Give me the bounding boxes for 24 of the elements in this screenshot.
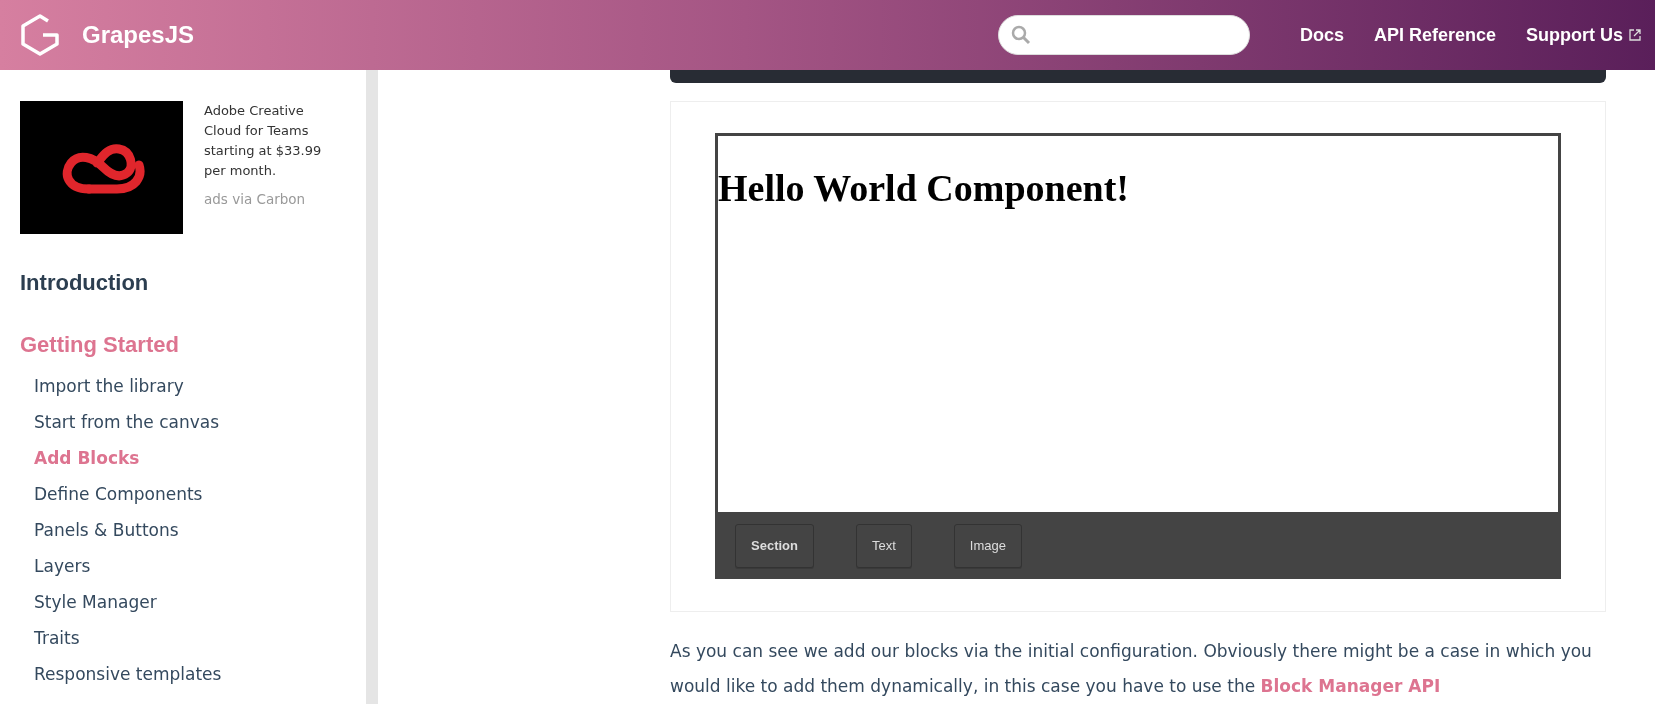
sidebar-item[interactable]: Traits	[34, 620, 80, 656]
brand-name: GrapesJS	[82, 21, 195, 49]
sidebar-item[interactable]: Style Manager	[34, 584, 157, 620]
search-icon	[1010, 25, 1031, 45]
block-button[interactable]: Section	[735, 523, 814, 568]
paragraph: As you can see we add our blocks via the initial configuration. Obviously there might be a case in which you would like to add them dynamically, in this case you have to use the Block Manager API	[670, 640, 1593, 698]
logo-icon	[18, 13, 62, 57]
sidebar-item[interactable]: Import the library	[34, 368, 184, 404]
canvas-heading: Hello World Component!	[718, 166, 1129, 210]
sidebar-item[interactable]: Responsive templates	[34, 656, 222, 692]
nav-link[interactable]: API Reference	[1373, 24, 1496, 46]
ad-image[interactable]	[20, 101, 183, 234]
nav-link[interactable]: Support Us	[1526, 24, 1641, 46]
sidebar-item[interactable]: Layers	[34, 548, 91, 584]
block-button[interactable]: Image	[953, 523, 1022, 568]
search-field[interactable]	[997, 15, 1250, 55]
sidebar-item[interactable]: Panels & Buttons	[34, 512, 179, 548]
nav-link[interactable]: Docs	[1299, 24, 1344, 46]
sidebar-item[interactable]: Start from the canvas	[34, 404, 220, 440]
sidebar-item[interactable]: Define Components	[34, 476, 203, 512]
external-link-icon	[1629, 29, 1641, 41]
ad-text[interactable]: Adobe Creative Cloud for Teams starting at $33.99 per month.	[204, 101, 326, 181]
block-button[interactable]: Text	[855, 523, 912, 568]
sidebar-section-title[interactable]: Introduction	[20, 270, 149, 296]
